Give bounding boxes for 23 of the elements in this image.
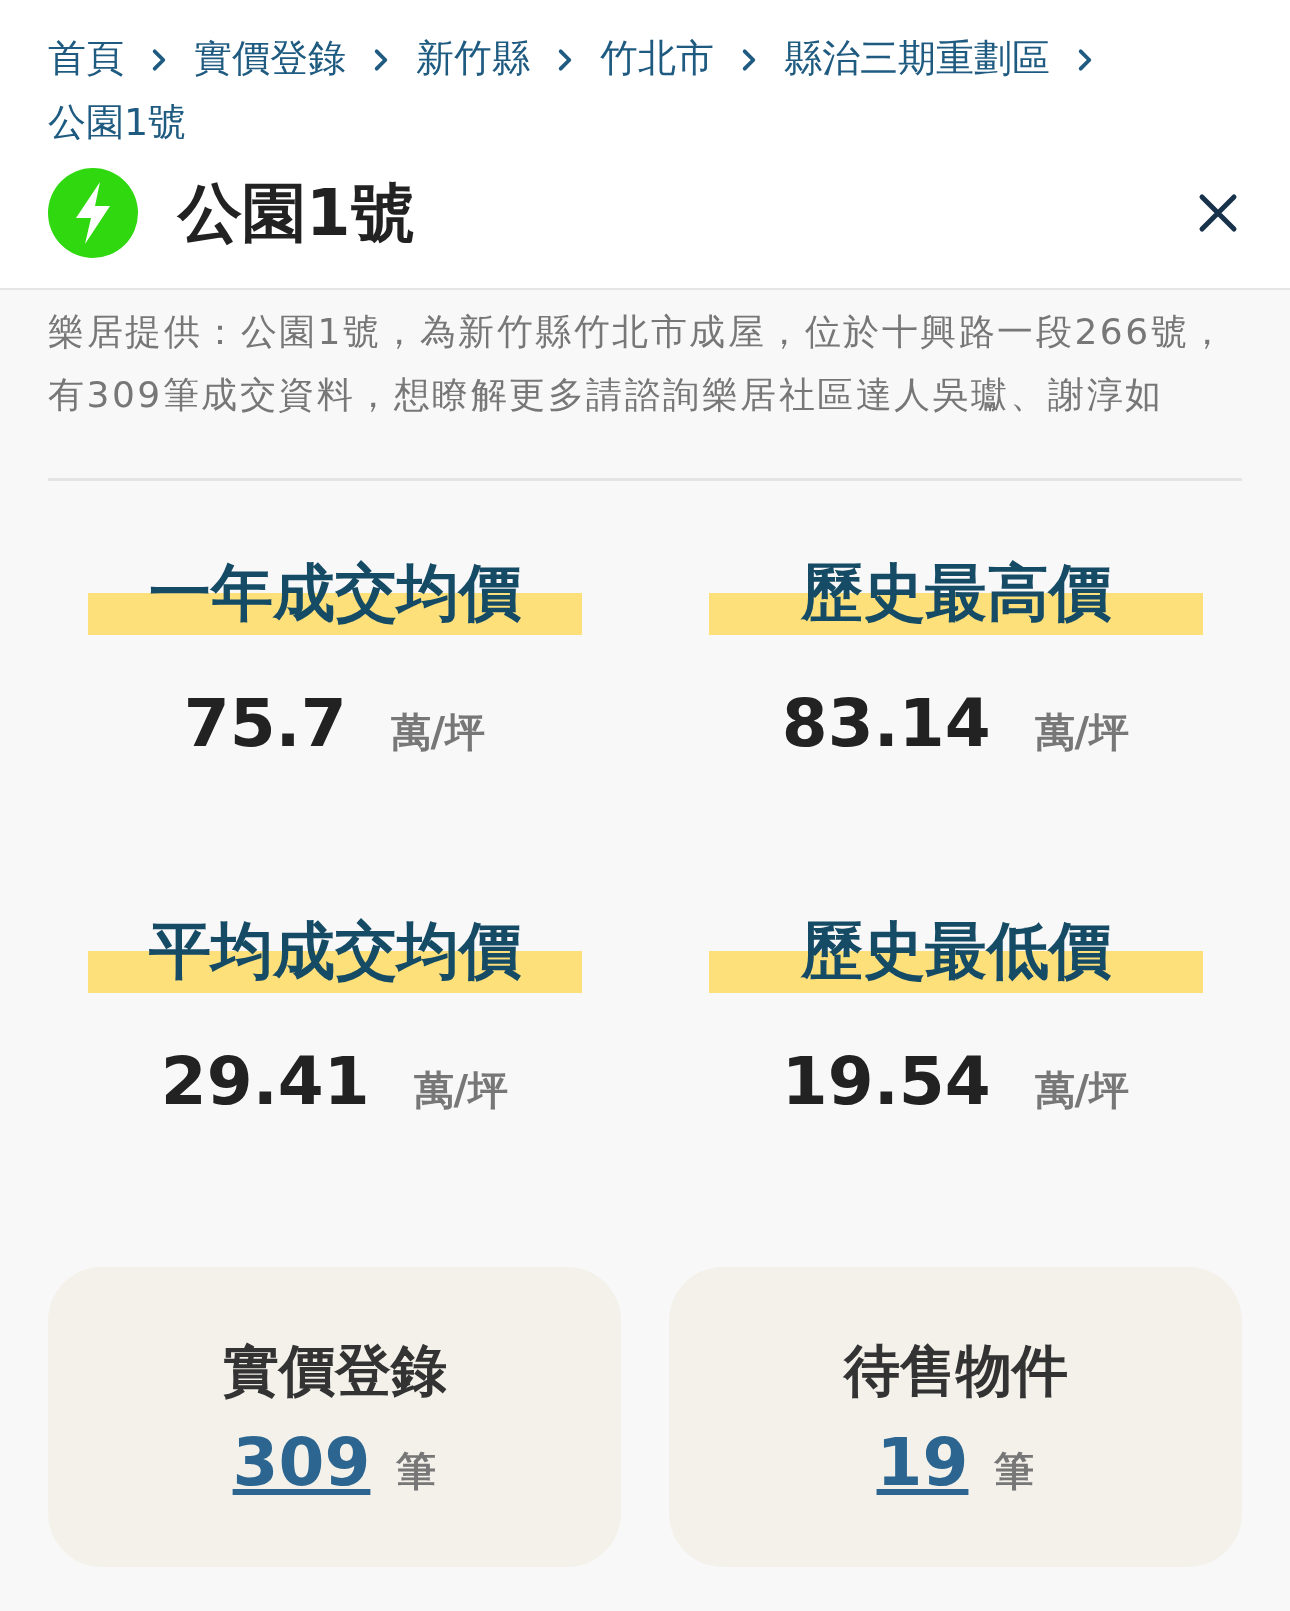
count-unit: 筆 (396, 1446, 437, 1496)
stat-unit: 萬/坪 (1034, 1066, 1130, 1115)
stat-unit: 萬/坪 (413, 1066, 509, 1115)
count-link[interactable]: 309 (232, 1423, 371, 1501)
breadcrumb-link[interactable]: 首頁 (48, 36, 124, 80)
stat-value: 29.41 (160, 1043, 370, 1120)
count-link[interactable]: 19 (876, 1423, 969, 1501)
description-text: 樂居提供：公園1號，為新竹縣竹北市成屋，位於十興路一段266號，有309筆成交資料，想瞭解更多請諮詢樂居社區達人吳瓛、謝淳如 (48, 300, 1242, 481)
stat-value: 19.54 (781, 1043, 991, 1120)
stat-value: 83.14 (781, 685, 991, 762)
stat-value: 75.7 (183, 685, 347, 762)
count-unit: 筆 (994, 1446, 1035, 1496)
card-label: 實價登錄 (222, 1336, 447, 1405)
breadcrumb-link[interactable]: 縣治三期重劃區 (784, 36, 1050, 80)
stat-unit: 萬/坪 (1034, 708, 1130, 757)
card-label: 待售物件 (843, 1336, 1068, 1405)
breadcrumb-link[interactable]: 實價登錄 (194, 36, 346, 80)
stat-unit: 萬/坪 (390, 708, 486, 757)
breadcrumb-link[interactable]: 新竹縣 (416, 36, 530, 80)
breadcrumb-link[interactable]: 公園1號 (48, 100, 187, 144)
breadcrumb-link[interactable]: 竹北市 (600, 36, 714, 80)
page-title: 公園1號 (178, 174, 416, 252)
lightning-icon (48, 168, 138, 258)
